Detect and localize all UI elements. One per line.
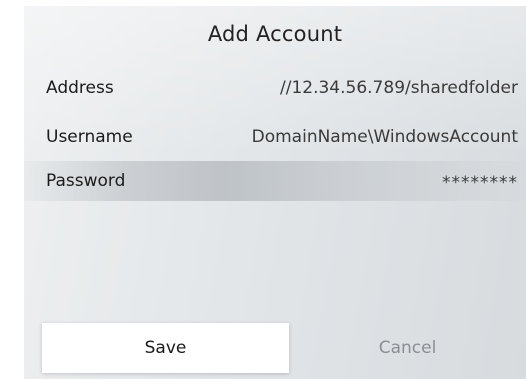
password-field[interactable]: Password ******** <box>24 161 526 201</box>
address-label: Address <box>46 78 114 98</box>
username-field[interactable]: Username DomainName\WindowsAccount <box>24 117 526 157</box>
save-button[interactable]: Save <box>42 323 289 373</box>
username-label: Username <box>46 127 133 147</box>
address-field[interactable]: Address //12.34.56.789/sharedfolder <box>24 68 526 108</box>
password-value: ******** <box>442 173 518 193</box>
password-label: Password <box>46 171 126 191</box>
dialog-buttons: Save Cancel <box>42 323 526 373</box>
add-account-dialog: Add Account Address //12.34.56.789/share… <box>24 6 526 379</box>
address-value: //12.34.56.789/sharedfolder <box>280 78 518 98</box>
username-value: DomainName\WindowsAccount <box>251 127 518 147</box>
cancel-button[interactable]: Cancel <box>289 323 526 373</box>
dialog-title: Add Account <box>207 22 343 46</box>
